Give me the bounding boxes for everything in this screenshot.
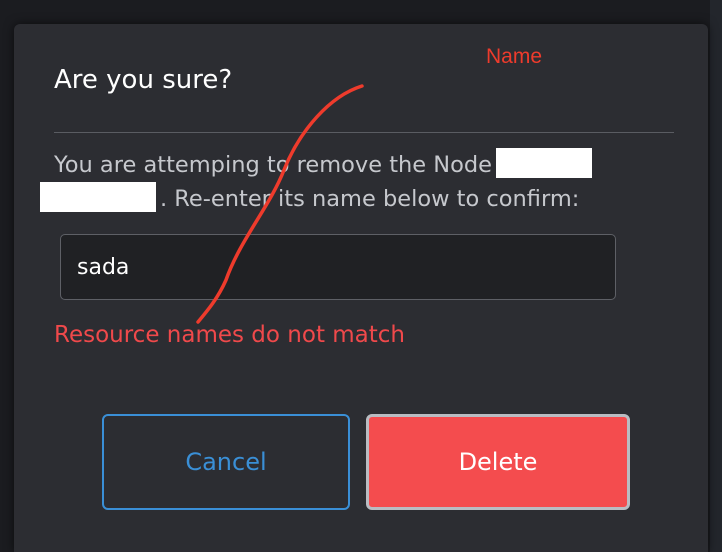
cancel-button[interactable]: Cancel [102, 414, 350, 510]
name-mismatch-error: Resource names do not match [54, 322, 406, 348]
message-text-1: You are attemping to remove the Node [54, 152, 493, 178]
message-text-2: . Re-enter its name below to confirm: [160, 186, 580, 212]
annotation-name-label: Name [486, 45, 543, 68]
redacted-node-name-box [496, 148, 593, 178]
confirm-name-input[interactable] [60, 234, 616, 300]
background-edge [710, 0, 722, 552]
confirm-delete-dialog: Are you sure? You are attemping to remov… [14, 24, 708, 552]
dialog-title: Are you sure? [54, 65, 233, 95]
redacted-node-name-box-2 [40, 182, 156, 212]
delete-button[interactable]: Delete [366, 414, 630, 510]
dialog-message: You are attemping to remove the Node . R… [40, 148, 674, 216]
dialog-divider [54, 132, 674, 133]
